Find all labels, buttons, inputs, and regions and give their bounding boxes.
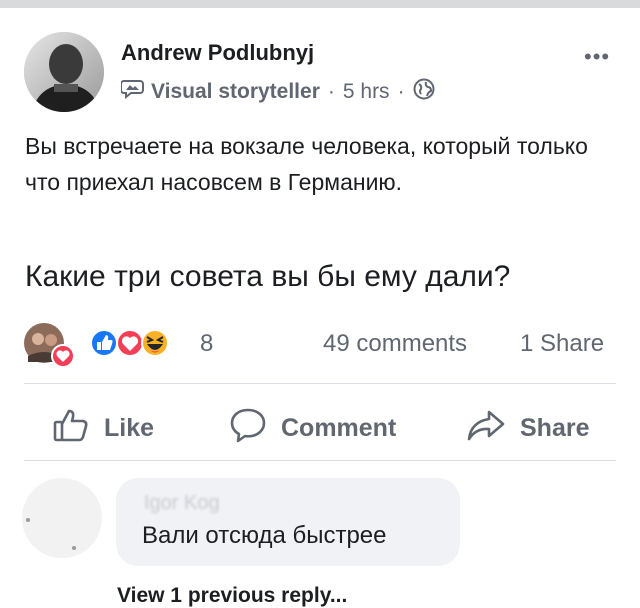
commenter-name[interactable]: Igor Kog [144, 492, 220, 515]
reaction-count[interactable]: 8 [200, 330, 213, 358]
shares-count[interactable]: 1 Share [520, 330, 604, 358]
share-arrow-icon [466, 406, 520, 451]
more-options-icon[interactable]: ••• [584, 44, 610, 70]
speech-bubble-icon [229, 406, 281, 451]
post-text: Вы встречаете на вокзале человека, котор… [25, 133, 588, 195]
like-reaction-icon [90, 329, 118, 357]
author-name[interactable]: Andrew Podlubnyj [121, 40, 314, 66]
comment-bubble[interactable]: Igor Kog Вали отсюда быстрее [116, 478, 460, 566]
comment-button[interactable]: Comment [229, 406, 396, 451]
meta-separator: · [327, 80, 335, 103]
reaction-icons [24, 323, 169, 368]
globe-icon [413, 78, 435, 106]
comments-count[interactable]: 49 comments [323, 330, 467, 358]
love-reaction-icon [116, 329, 144, 357]
top-divider-bar [0, 0, 640, 8]
commenter-avatar[interactable] [22, 478, 102, 558]
author-photo [24, 32, 104, 112]
post-meta: Visual storyteller · 5 hrs · [120, 78, 435, 106]
thumbs-up-icon [52, 406, 104, 451]
post-question: Какие три совета вы бы ему дали? [25, 260, 511, 293]
haha-reaction-icon [141, 329, 169, 357]
comment-label: Comment [281, 414, 397, 442]
actions-divider [24, 460, 616, 461]
love-badge [51, 344, 75, 368]
badge-label[interactable]: Visual storyteller [151, 80, 320, 104]
post-time[interactable]: 5 hrs [343, 80, 390, 104]
like-label: Like [104, 414, 155, 442]
share-button[interactable]: Share [466, 406, 589, 451]
meta-separator: · [397, 80, 405, 103]
author-avatar[interactable] [24, 32, 104, 112]
visual-storyteller-badge-icon [120, 79, 145, 105]
comment-text: Вали отсюда быстрее [142, 522, 387, 549]
view-previous-reply-link[interactable]: View 1 previous reply... [117, 584, 347, 608]
commenter-photo [22, 478, 102, 558]
share-label: Share [520, 414, 590, 442]
like-button[interactable]: Like [52, 406, 154, 451]
stats-divider [24, 383, 616, 384]
